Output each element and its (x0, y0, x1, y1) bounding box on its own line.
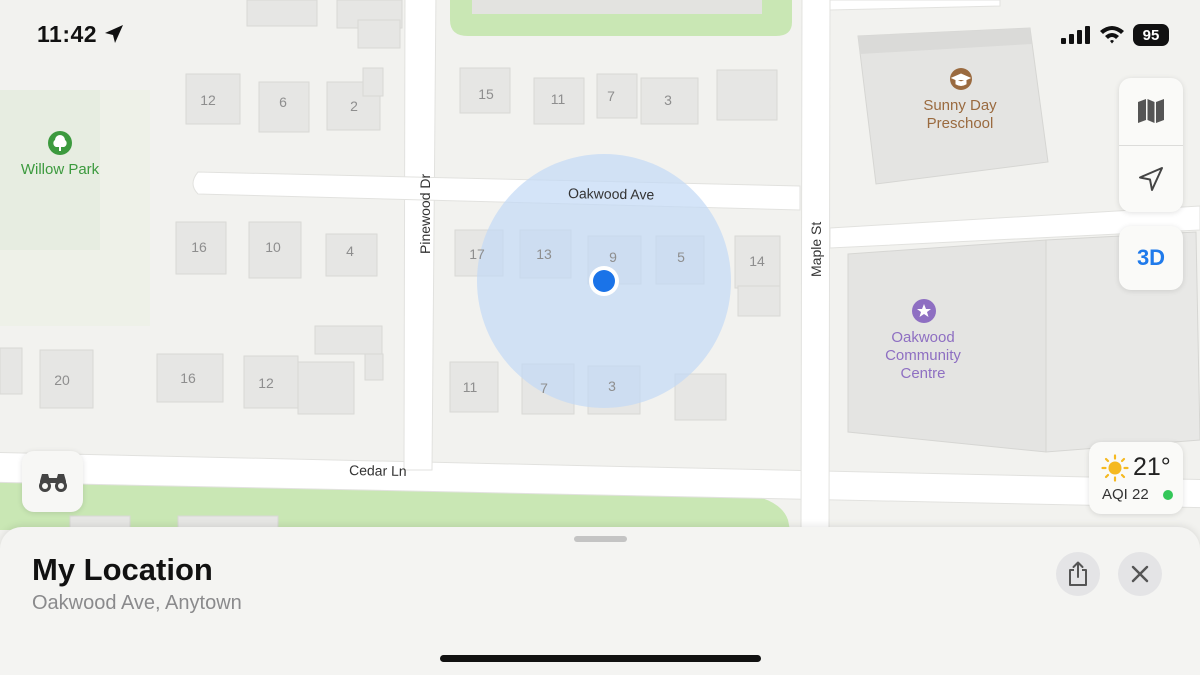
share-icon (1069, 561, 1087, 586)
weather-widget[interactable]: 21° AQI 22 (1089, 442, 1183, 514)
3d-toggle-button[interactable]: 3D (1119, 226, 1183, 290)
house-number: 7 (540, 380, 548, 396)
street-label-cedar-ln: Cedar Ln (349, 462, 407, 479)
location-arrow-outline-icon (1139, 167, 1163, 191)
house-number: 20 (54, 372, 70, 388)
sheet-subtitle: Oakwood Ave, Anytown (32, 592, 242, 614)
house-number: 15 (478, 86, 494, 102)
house-number: 12 (200, 92, 216, 108)
house-number: 5 (677, 249, 685, 265)
house-number: 13 (536, 246, 552, 262)
house-number: 9 (609, 249, 617, 265)
home-indicator[interactable] (440, 655, 761, 662)
look-around-button[interactable] (22, 451, 83, 512)
close-button[interactable] (1118, 552, 1162, 596)
house-number: 12 (258, 375, 274, 391)
sun-icon (1101, 454, 1129, 482)
svg-text:Community: Community (885, 347, 961, 364)
svg-text:Oakwood: Oakwood (891, 329, 954, 346)
aqi-status-dot (1163, 490, 1173, 500)
street-label-oakwood-ave: Oakwood Ave (568, 185, 655, 203)
map-controls (1119, 78, 1183, 212)
share-button[interactable] (1056, 552, 1100, 596)
house-number: 11 (551, 91, 566, 107)
community-centre-building[interactable] (847, 239, 1047, 453)
sheet-title: My Location (32, 552, 213, 587)
weather-temperature: 21° (1133, 453, 1171, 481)
close-icon (1131, 565, 1149, 583)
street-label-maple-st: Maple St (808, 222, 824, 277)
binoculars-icon (38, 473, 67, 492)
house-number: 11 (463, 379, 478, 395)
street-label-pinewood-dr: Pinewood Dr (417, 174, 433, 254)
svg-text:Centre: Centre (900, 365, 945, 382)
house-number: 17 (469, 246, 485, 262)
house-number: 2 (350, 98, 358, 114)
house-number: 10 (265, 239, 281, 255)
map-mode-button[interactable] (1119, 78, 1183, 144)
house-number: 16 (191, 239, 207, 255)
house-number: 6 (279, 94, 287, 110)
location-sheet[interactable]: My Location Oakwood Ave, Anytown (0, 527, 1200, 675)
svg-text:Preschool: Preschool (927, 115, 994, 132)
tracking-button[interactable] (1119, 146, 1183, 212)
weather-aqi: AQI 22 (1102, 486, 1149, 503)
svg-text:Willow Park: Willow Park (21, 161, 100, 178)
map-icon (1138, 99, 1164, 123)
svg-text:Sunny Day: Sunny Day (923, 97, 997, 114)
house-number: 3 (608, 378, 616, 394)
house-number: 14 (749, 253, 765, 269)
house-number: 4 (346, 243, 354, 259)
sheet-grabber[interactable] (574, 536, 627, 542)
house-number: 3 (664, 92, 672, 108)
house-number: 16 (180, 370, 196, 386)
house-number: 7 (607, 88, 615, 104)
